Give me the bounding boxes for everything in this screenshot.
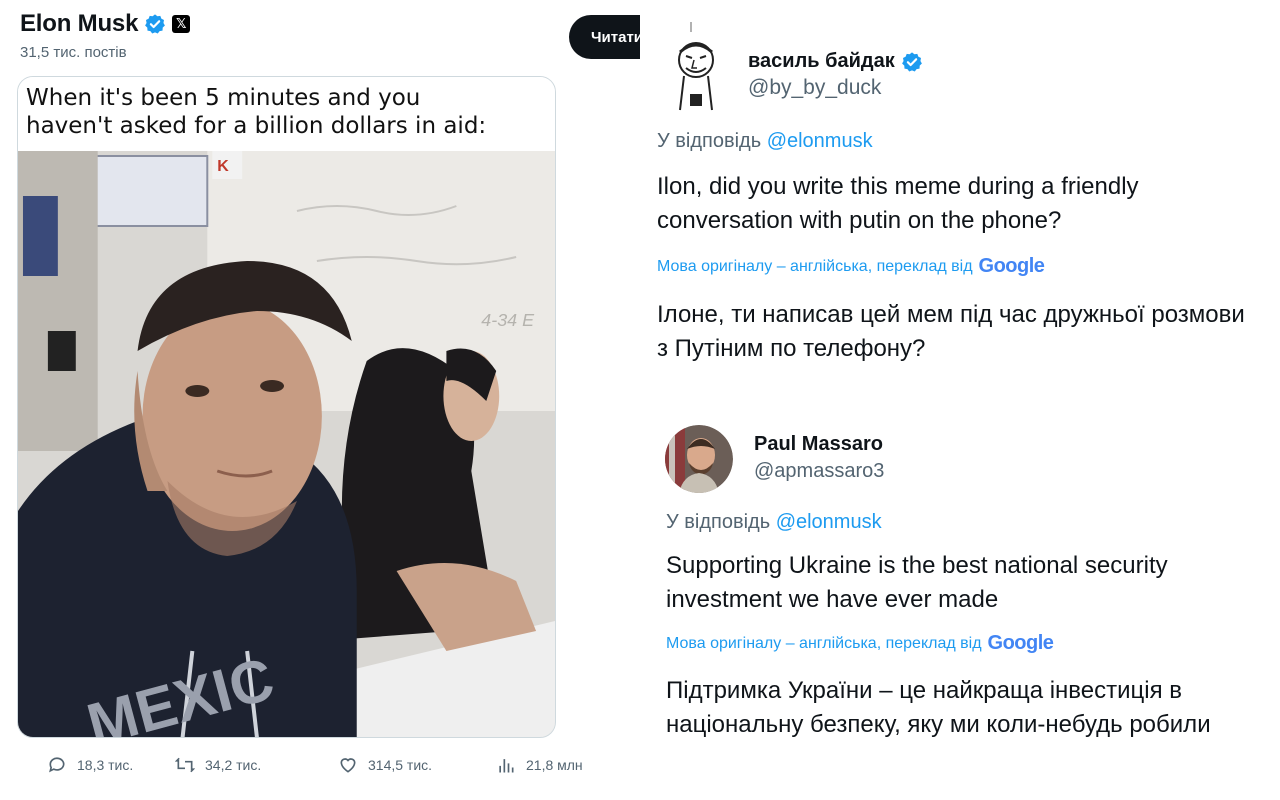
avatar[interactable] [664,22,736,114]
post-header: Elon Musk 𝕏 [20,10,191,38]
translated-text: Підтримка України – це найкраща інвестиц… [666,674,1211,742]
reply-author-name-text: василь байдак [748,50,895,72]
translated-text-line: Ілоне, ти написав цей мем під час дружнь… [657,301,1245,328]
post-actions: 18,3 тис. 34,2 тис. 314,5 тис. 21,8 млн [0,755,640,785]
reply-to-link[interactable]: @elonmusk [767,130,873,152]
meme-caption-line: When it's been 5 minutes and you [26,85,421,111]
translation-note-text: Мова оригіналу – англійська, переклад ві… [666,634,982,652]
reply-author-handle[interactable]: @by_by_duck [748,76,881,100]
translated-text-line: національну безпеку, яку ми коли-небудь … [666,711,1211,738]
views-action[interactable]: 21,8 млн [496,755,583,775]
svg-text:4-34 E: 4-34 E [481,310,535,330]
reply-context: У відповідь @elonmusk [666,511,882,534]
translation-note-text: Мова оригіналу – англійська, переклад ві… [657,257,973,275]
meme-caption: When it's been 5 minutes and you haven't… [18,77,555,151]
author-name[interactable]: Elon Musk [20,10,138,38]
translation-note[interactable]: Мова оригіналу – англійська, переклад ві… [666,632,1054,655]
reply-text-line: Ilon, did you write this meme during a f… [657,173,1139,200]
reply-text: Supporting Ukraine is the best national … [666,549,1168,617]
repost-action[interactable]: 34,2 тис. [175,755,261,775]
reply-text-line: conversation with putin on the phone? [657,207,1062,234]
like-action[interactable]: 314,5 тис. [338,755,432,775]
translated-text: Ілоне, ти написав цей мем під час дружнь… [657,298,1245,366]
svg-text:K: K [217,158,229,175]
translated-text-line: Підтримка України – це найкраща інвестиц… [666,677,1183,704]
translated-text-line: з Путіним по телефону? [657,335,926,362]
repost-count: 34,2 тис. [205,757,262,773]
meme-caption-line: haven't asked for a billion dollars in a… [26,113,487,139]
translation-note[interactable]: Мова оригіналу – англійська, переклад ві… [657,255,1045,278]
reply-author-name[interactable]: Paul Massaro [754,433,883,456]
google-logo-text: Google [987,632,1054,654]
reply-to-link[interactable]: @elonmusk [776,511,882,533]
like-count: 314,5 тис. [368,757,433,773]
reply-count: 18,3 тис. [77,757,134,773]
reply-action[interactable]: 18,3 тис. [47,755,133,775]
verified-badge-icon [145,14,166,34]
verified-badge-icon [901,51,922,72]
google-logo-text: Google [978,255,1045,277]
heart-icon [340,758,356,773]
follow-button[interactable]: Читати [569,15,640,59]
x-affiliation-icon: 𝕏 [172,15,191,33]
reply-text-line: Supporting Ukraine is the best national … [666,552,1168,579]
google-logo: Google [988,632,1054,655]
meme-photo: K 4-34 E MEXIC [18,151,555,737]
original-post-panel: Elon Musk 𝕏 31,5 тис. постів Читати When… [0,0,640,800]
reply-text-line: investment we have ever made [666,586,999,613]
posts-count: 31,5 тис. постів [20,44,127,61]
google-logo: Google [979,255,1045,278]
reply-author-handle[interactable]: @apmassaro3 [754,460,884,483]
post-media[interactable]: When it's been 5 minutes and you haven't… [17,76,556,738]
reply-context: У відповідь @elonmusk [657,130,873,153]
avatar[interactable] [665,425,733,493]
reply-icon [49,757,65,773]
reply-text: Ilon, did you write this meme during a f… [657,170,1139,238]
view-count: 21,8 млн [526,757,583,773]
reply-prefix: У відповідь [657,130,762,152]
repost-icon [175,757,195,773]
reply-prefix: У відповідь [666,511,771,533]
reply-author-name[interactable]: василь байдак [748,50,923,73]
views-chart-icon [499,759,514,773]
